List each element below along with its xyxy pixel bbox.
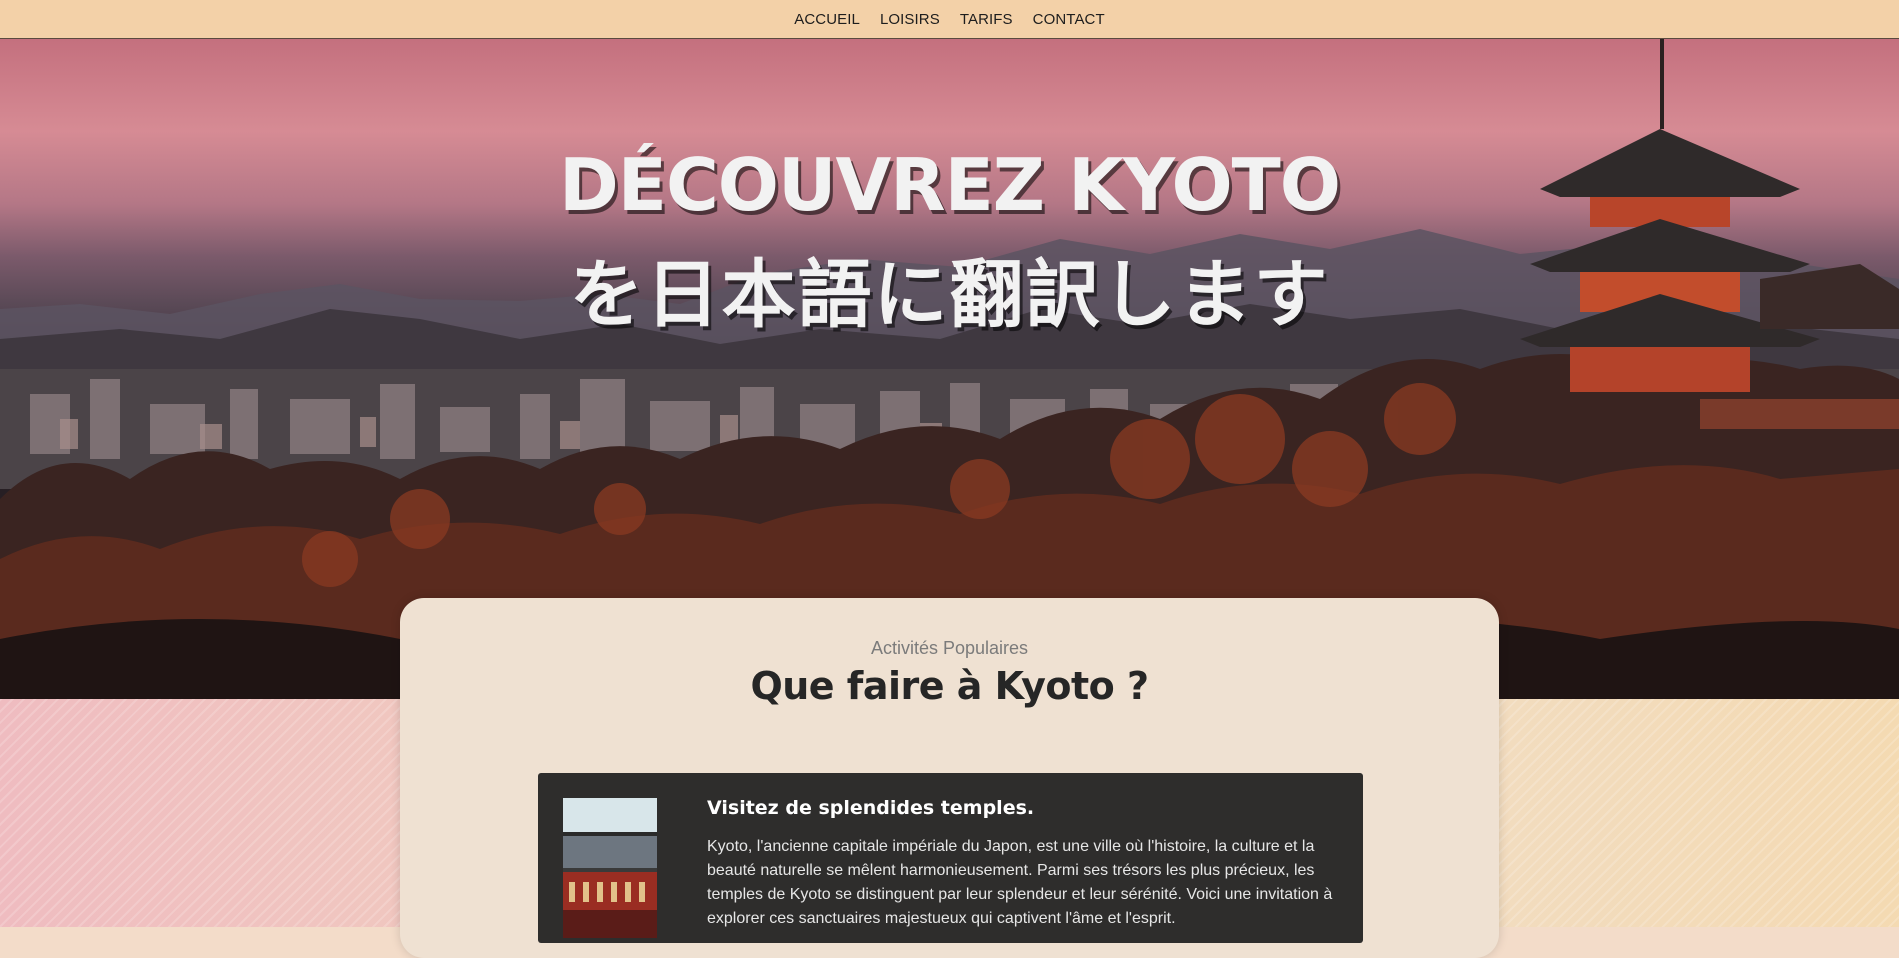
activities-card: Activités Populaires Que faire à Kyoto ?… bbox=[400, 598, 1499, 958]
section-subtitle: Activités Populaires bbox=[870, 638, 1029, 658]
hero-title-line-2: を日本語に翻訳します bbox=[569, 252, 1330, 338]
activity-title: Visitez de splendides temples. bbox=[707, 797, 1035, 819]
activity-item-temples: Visitez de splendides temples. Kyoto, l'… bbox=[538, 773, 1363, 943]
temple-thumbnail-image bbox=[563, 798, 657, 938]
nav-link-contact[interactable]: CONTACT bbox=[1033, 11, 1105, 28]
top-navigation: ACCUEIL LOISIRS TARIFS CONTACT bbox=[0, 0, 1899, 39]
nav-link-loisirs[interactable]: LOISIRS bbox=[880, 11, 940, 28]
nav-link-tarifs[interactable]: TARIFS bbox=[960, 11, 1013, 28]
activity-description: Kyoto, l'ancienne capitale impériale du … bbox=[707, 838, 1333, 927]
nav-link-accueil[interactable]: ACCUEIL bbox=[794, 11, 860, 28]
section-title: Que faire à Kyoto ? bbox=[750, 664, 1149, 708]
hero-title-line-1: DÉCOUVREZ KYOTO bbox=[559, 143, 1341, 227]
